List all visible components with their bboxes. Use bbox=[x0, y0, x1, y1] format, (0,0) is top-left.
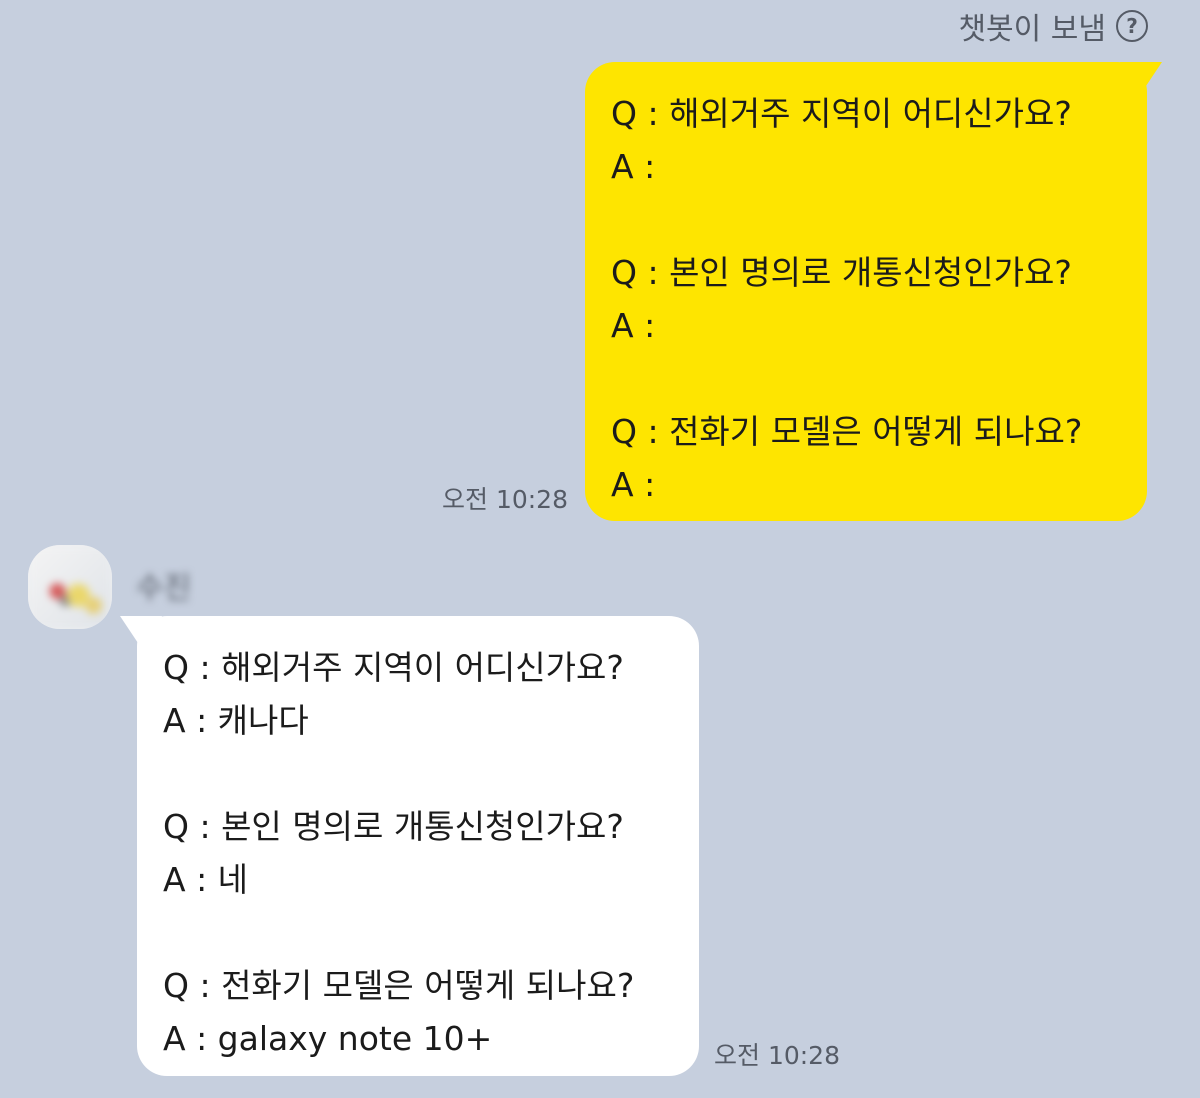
sent-by-header: 챗봇이 보냄 ? bbox=[958, 4, 1148, 48]
question-text: Q : 본인 명의로 개통신청인가요? bbox=[163, 807, 624, 846]
incoming-message-bubble[interactable]: Q : 해외거주 지역이 어디신가요? A : 캐나다 Q : 본인 명의로 개… bbox=[137, 616, 699, 1076]
help-icon[interactable]: ? bbox=[1116, 10, 1148, 42]
qa-block: Q : 본인 명의로 개통신청인가요? A : bbox=[611, 246, 1147, 352]
answer-text: A : bbox=[611, 306, 656, 345]
outgoing-message-bubble[interactable]: Q : 해외거주 지역이 어디신가요? A : Q : 본인 명의로 개통신청인… bbox=[585, 62, 1147, 521]
incoming-message-time: 오전 10:28 bbox=[714, 1041, 840, 1070]
sent-by-label: 챗봇이 보냄 bbox=[958, 12, 1106, 47]
qa-block: Q : 본인 명의로 개통신청인가요? A : 네 bbox=[163, 800, 699, 906]
question-text: Q : 해외거주 지역이 어디신가요? bbox=[611, 94, 1072, 133]
question-text: Q : 전화기 모델은 어떻게 되나요? bbox=[163, 966, 635, 1005]
qa-block: Q : 해외거주 지역이 어디신가요? A : bbox=[611, 87, 1147, 193]
question-text: Q : 해외거주 지역이 어디신가요? bbox=[163, 648, 624, 687]
answer-text: A : bbox=[611, 465, 656, 504]
question-text: Q : 본인 명의로 개통신청인가요? bbox=[611, 253, 1072, 292]
answer-text: A : 캐나다 bbox=[163, 701, 309, 740]
avatar[interactable] bbox=[28, 545, 112, 629]
qa-block: Q : 해외거주 지역이 어디신가요? A : 캐나다 bbox=[163, 641, 699, 747]
answer-text: A : bbox=[611, 147, 656, 186]
qa-block: Q : 전화기 모델은 어떻게 되나요? A : galaxy note 10+ bbox=[163, 959, 699, 1065]
sender-name: 수진 bbox=[136, 571, 192, 606]
avatar-image bbox=[28, 545, 112, 629]
answer-text: A : 네 bbox=[163, 860, 249, 899]
qa-block: Q : 전화기 모델은 어떻게 되나요? A : bbox=[611, 405, 1147, 511]
outgoing-message-time: 오전 10:28 bbox=[442, 485, 568, 514]
question-text: Q : 전화기 모델은 어떻게 되나요? bbox=[611, 412, 1083, 451]
answer-text: A : galaxy note 10+ bbox=[163, 1019, 493, 1058]
